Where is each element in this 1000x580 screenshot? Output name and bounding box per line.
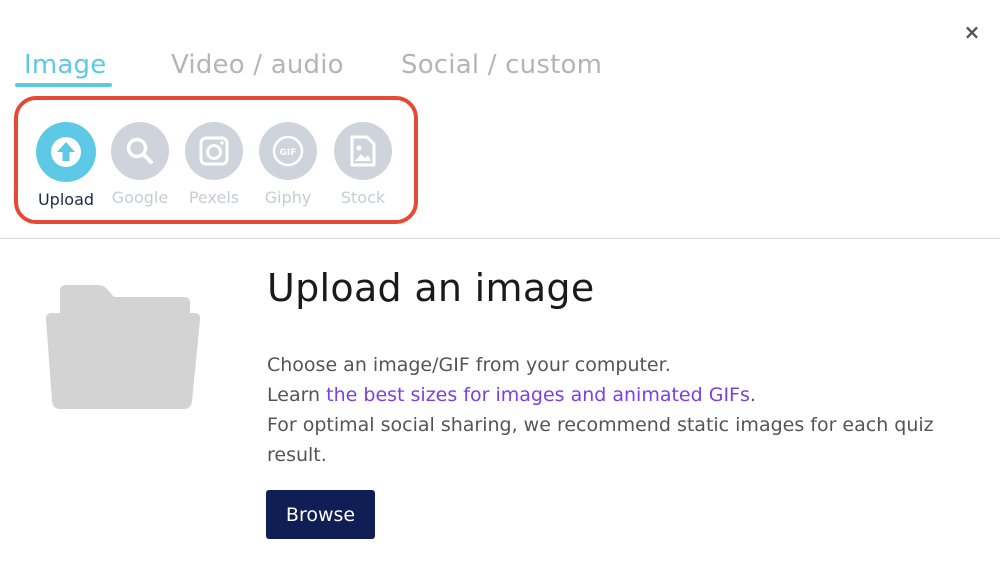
active-tab-indicator: [15, 83, 112, 87]
source-label: Upload: [37, 190, 95, 209]
source-label: Pexels: [188, 188, 240, 207]
camera-icon: [185, 122, 243, 180]
source-google[interactable]: Google: [100, 122, 180, 208]
page-title: Upload an image: [267, 266, 595, 310]
media-type-tabs: Image Video / audio Social / custom: [0, 47, 700, 92]
description-line: Learn the best sizes for images and anim…: [267, 380, 987, 410]
svg-text:GIF: GIF: [280, 148, 297, 158]
search-icon: [111, 122, 169, 180]
upload-icon: [36, 122, 96, 182]
tab-video-audio[interactable]: Video / audio: [171, 47, 344, 83]
source-upload[interactable]: Upload: [26, 122, 106, 210]
source-giphy[interactable]: GIF Giphy: [248, 122, 328, 208]
period: .: [749, 384, 756, 406]
tab-social-custom[interactable]: Social / custom: [401, 47, 602, 83]
image-file-icon: [334, 122, 392, 180]
browse-button[interactable]: Browse: [266, 490, 375, 539]
source-label: Google: [111, 188, 169, 207]
source-label: Stock: [340, 188, 386, 207]
folder-icon: [44, 283, 202, 415]
source-pexels[interactable]: Pexels: [174, 122, 254, 208]
gif-icon: GIF: [259, 122, 317, 180]
source-stock[interactable]: Stock: [323, 122, 403, 208]
tab-image[interactable]: Image: [24, 47, 106, 83]
source-label: Giphy: [264, 188, 312, 207]
upload-description: Choose an image/GIF from your computer. …: [267, 350, 987, 470]
description-line: Choose an image/GIF from your computer.: [267, 354, 671, 376]
description-line: For optimal social sharing, we recommend…: [267, 414, 934, 466]
section-divider: [0, 238, 1000, 239]
learn-prefix: Learn: [267, 384, 327, 406]
image-sizes-link[interactable]: the best sizes for images and animated G…: [326, 384, 750, 406]
close-icon[interactable]: ×: [962, 21, 982, 43]
